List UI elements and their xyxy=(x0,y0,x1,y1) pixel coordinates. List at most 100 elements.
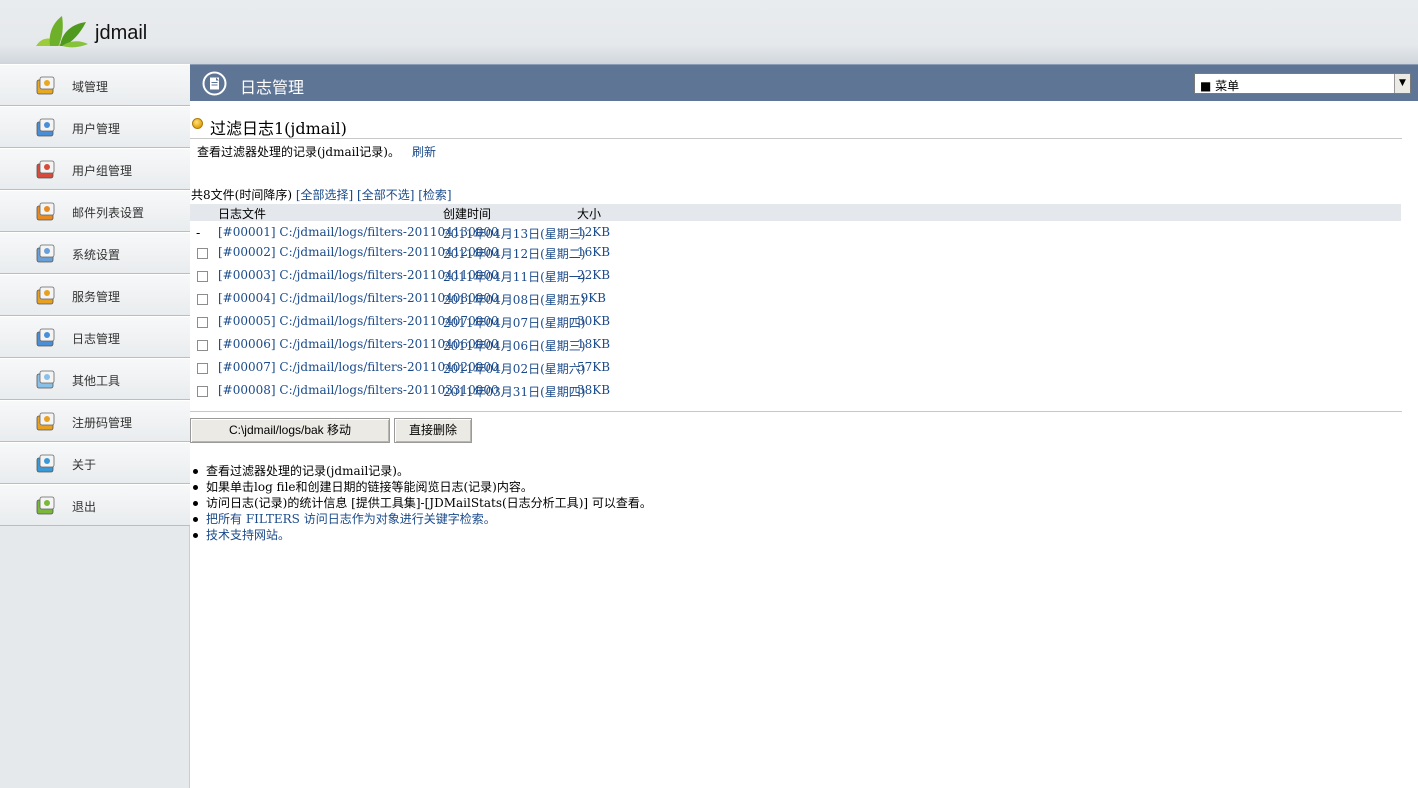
deselect-all-link[interactable]: [全部不选] xyxy=(357,188,414,202)
sidebar-item[interactable]: 邮件列表设置 xyxy=(0,190,190,232)
license-icon xyxy=(36,412,55,431)
select-all-link[interactable]: [全部选择] xyxy=(296,188,353,202)
note-link[interactable]: 把所有 FILTERS 访问日志作为对象进行关键字检索。 xyxy=(206,510,496,527)
section-description: 查看过滤器处理的记录(jdmail记录)。 xyxy=(197,145,400,159)
sidebar-item-label: 日志管理 xyxy=(72,332,121,346)
title-bar: 日志管理 ■ 菜单 ▼ xyxy=(190,64,1418,101)
note-text: 查看过滤器处理的记录(jdmail记录)。 xyxy=(206,464,409,478)
sidebar-item-label: 退出 xyxy=(72,500,97,514)
file-size: 12KB xyxy=(577,225,611,239)
bullet-icon xyxy=(193,501,198,506)
file-count-line: 共8文件(时间降序) [全部选择] [全部不选] [检索] xyxy=(191,186,452,203)
sidebar-item[interactable]: 用户管理 xyxy=(0,106,190,148)
section-bullet-icon xyxy=(192,118,203,129)
divider xyxy=(190,411,1402,412)
sidebar-item-label: 系统设置 xyxy=(72,248,121,262)
column-header-file: 日志文件 xyxy=(218,207,267,221)
created-date-link[interactable]: 2011年04月02日(星期六) xyxy=(443,360,585,377)
mailing-list-icon xyxy=(36,202,55,221)
table-row: [#00003] C:/jdmail/logs/filters-20110411… xyxy=(190,267,1401,287)
sidebar-item-label: 邮件列表设置 xyxy=(72,206,145,220)
row-checkbox[interactable] xyxy=(197,363,208,374)
table-row: [#00005] C:/jdmail/logs/filters-20110407… xyxy=(190,313,1401,333)
service-icon xyxy=(36,286,55,305)
menu-dropdown[interactable]: ■ 菜单 ▼ xyxy=(1194,73,1411,94)
sidebar-item[interactable]: 日志管理 xyxy=(0,316,190,358)
created-date-link[interactable]: 2011年04月07日(星期四) xyxy=(443,314,585,331)
created-date-link[interactable]: 2011年04月11日(星期一) xyxy=(443,268,585,285)
file-size: 18KB xyxy=(577,337,611,351)
section-title: 过滤日志1(jdmail) xyxy=(210,119,347,138)
bullet-icon xyxy=(193,517,198,522)
created-date-link[interactable]: 2011年04月08日(星期五) xyxy=(443,291,585,308)
log-icon xyxy=(36,328,55,347)
sidebar-item[interactable]: 系统设置 xyxy=(0,232,190,274)
file-count-text: 共8文件(时间降序) xyxy=(191,188,292,202)
bullet-icon xyxy=(193,533,198,538)
created-date-link[interactable]: 2011年03月31日(星期四) xyxy=(443,383,585,400)
about-icon xyxy=(36,454,55,473)
sidebar-item[interactable]: 域管理 xyxy=(0,64,190,106)
table-row: [#00004] C:/jdmail/logs/filters-20110408… xyxy=(190,290,1401,310)
created-date-link[interactable]: 2011年04月13日(星期三) xyxy=(443,225,585,242)
table-row: [#00002] C:/jdmail/logs/filters-20110412… xyxy=(190,244,1401,264)
logout-icon xyxy=(36,496,55,515)
user-group-icon xyxy=(36,160,55,179)
sidebar-item[interactable]: 其他工具 xyxy=(0,358,190,400)
table-row: [#00007] C:/jdmail/logs/filters-20110402… xyxy=(190,359,1401,379)
bullet-icon xyxy=(193,485,198,490)
file-size: 38KB xyxy=(577,383,611,397)
search-link[interactable]: [检索] xyxy=(418,188,451,202)
table-header: 日志文件 创建时间 大小 xyxy=(190,204,1401,221)
leaf-logo-icon xyxy=(36,16,88,48)
row-checkbox[interactable] xyxy=(197,294,208,305)
sidebar-item-label: 服务管理 xyxy=(72,290,121,304)
log-page-icon xyxy=(202,71,227,96)
column-header-created: 创建时间 xyxy=(443,207,492,221)
sidebar-item-label: 域管理 xyxy=(72,80,109,94)
chevron-down-icon[interactable]: ▼ xyxy=(1394,74,1410,93)
divider xyxy=(190,138,1402,139)
brand-name: jdmail xyxy=(95,22,148,44)
sidebar-item-label: 其他工具 xyxy=(72,374,121,388)
note-text: 访问日志(记录)的统计信息 [提供工具集]-[JDMailStats(日志分析工… xyxy=(206,496,652,510)
user-icon xyxy=(36,118,55,137)
table-row: - [#00001] C:/jdmail/logs/filters-2011041… xyxy=(190,224,1401,244)
file-size: 57KB xyxy=(577,360,611,374)
table-row: [#00008] C:/jdmail/logs/filters-20110331… xyxy=(190,382,1401,402)
sidebar-item[interactable]: 关于 xyxy=(0,442,190,484)
sidebar-item-label: 用户组管理 xyxy=(72,164,133,178)
row-checkbox[interactable] xyxy=(197,248,208,259)
file-size: 22KB xyxy=(577,268,611,282)
row-marker: - xyxy=(196,226,201,240)
column-header-size: 大小 xyxy=(577,207,602,221)
sidebar-item-label: 注册码管理 xyxy=(72,416,133,430)
tools-icon xyxy=(36,370,55,389)
created-date-link[interactable]: 2011年04月12日(星期二) xyxy=(443,245,585,262)
table-row: [#00006] C:/jdmail/logs/filters-20110406… xyxy=(190,336,1401,356)
row-checkbox[interactable] xyxy=(197,317,208,328)
row-checkbox[interactable] xyxy=(197,386,208,397)
sidebar-item-label: 用户管理 xyxy=(72,122,121,136)
row-checkbox[interactable] xyxy=(197,271,208,282)
note-link[interactable]: 技术支持网站。 xyxy=(206,526,290,543)
sidebar-item[interactable]: 服务管理 xyxy=(0,274,190,316)
delete-button[interactable]: 直接删除 xyxy=(394,418,472,443)
system-settings-icon xyxy=(36,244,55,263)
row-checkbox[interactable] xyxy=(197,340,208,351)
domain-icon xyxy=(36,76,55,95)
refresh-link[interactable]: 刷新 xyxy=(412,143,436,160)
sidebar-item[interactable]: 退出 xyxy=(0,484,190,526)
file-size: 16KB xyxy=(577,245,611,259)
app-header: jdmail xyxy=(0,0,1418,64)
move-to-bak-button[interactable]: C:\jdmail/logs/bak 移动 xyxy=(190,418,390,443)
page-title: 日志管理 xyxy=(240,78,305,97)
sidebar-item[interactable]: 注册码管理 xyxy=(0,400,190,442)
bullet-icon xyxy=(193,469,198,474)
sidebar-item-label: 关于 xyxy=(72,458,97,472)
sidebar-item[interactable]: 用户组管理 xyxy=(0,148,190,190)
menu-dropdown-value: ■ 菜单 xyxy=(1200,79,1240,93)
file-size: 9KB xyxy=(580,291,606,305)
created-date-link[interactable]: 2011年04月06日(星期三) xyxy=(443,337,585,354)
file-size: 30KB xyxy=(577,314,611,328)
